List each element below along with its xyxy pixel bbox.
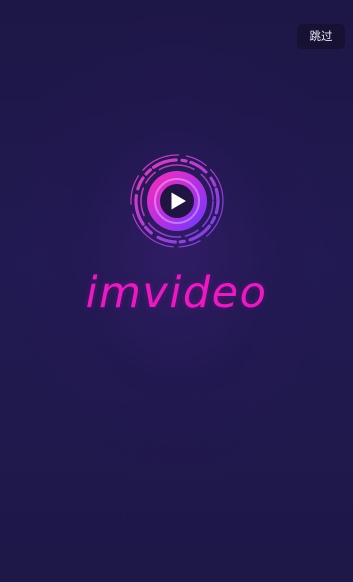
skip-button[interactable]: 跳过: [297, 24, 345, 49]
app-name-wordmark: imvideo: [85, 268, 268, 318]
app-logo: [127, 152, 227, 250]
logo-emblem: [130, 154, 224, 248]
splash-screen: 跳过 imvideo: [0, 0, 353, 582]
